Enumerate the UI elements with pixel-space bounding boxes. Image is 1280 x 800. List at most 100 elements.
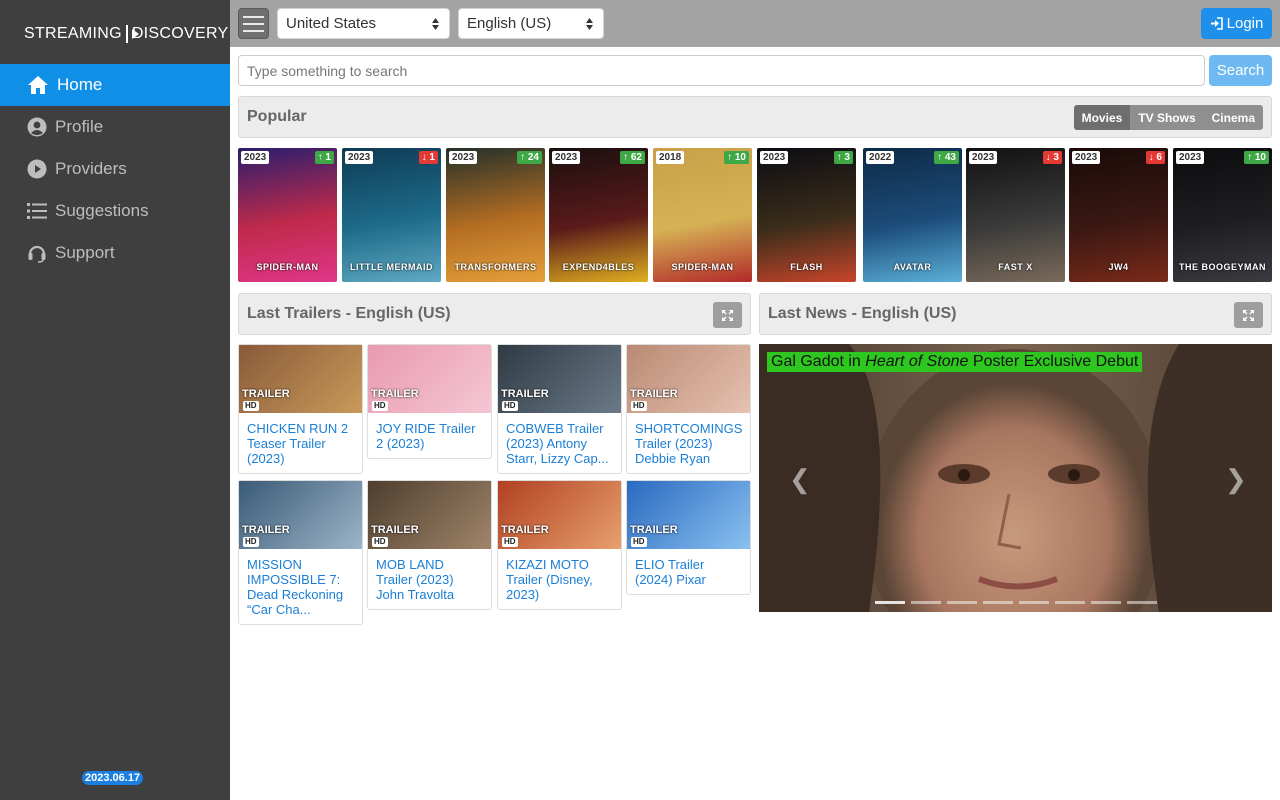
sidebar-nav: Home Profile Providers Suggestions Suppo… — [0, 64, 230, 274]
search-input[interactable]: Type something to search — [238, 55, 1205, 86]
movie-poster[interactable]: 2023 ↑ 10 THE BOOGEYMAN — [1173, 148, 1272, 282]
sidebar-item-providers[interactable]: Providers — [0, 148, 230, 190]
poster-title-art: THE BOOGEYMAN — [1178, 262, 1266, 272]
sidebar: STREAMING DISCOVERY Home Profile Provide… — [0, 0, 230, 800]
trailer-title[interactable]: MISSION IMPOSSIBLE 7: Dead Reckoning “Ca… — [239, 549, 362, 624]
movie-rank-badge: ↑ 62 — [620, 151, 645, 164]
trailer-title[interactable]: SHORTCOMINGS Trailer (2023) Debbie Ryan — [627, 413, 750, 473]
movie-year-badge: 2023 — [969, 151, 998, 164]
movie-poster[interactable]: 2023 ↑ 3 FLASH — [757, 148, 856, 282]
top-bar: United States English (US) Login — [230, 0, 1280, 47]
sidebar-item-suggestions[interactable]: Suggestions — [0, 190, 230, 232]
carousel-indicator[interactable] — [983, 601, 1013, 604]
headline-pre: Gal Gadot in — [771, 353, 866, 370]
trailer-card[interactable]: TRAILER HD JOY RIDE Trailer 2 (2023) — [367, 344, 492, 459]
hamburger-menu-button[interactable] — [238, 8, 269, 39]
carousel-indicator[interactable] — [1091, 601, 1121, 604]
hamburger-line — [243, 29, 264, 32]
carousel-indicator[interactable] — [1127, 601, 1157, 604]
version-badge: 2023.06.17 — [82, 771, 144, 785]
hamburger-line — [243, 15, 264, 18]
movie-poster[interactable]: 2023 ↓ 1 LITTLE MERMAID — [342, 148, 441, 282]
movie-poster[interactable]: 2023 ↑ 1 SPIDER-MAN — [238, 148, 337, 282]
trailer-card[interactable]: TRAILER HD SHORTCOMINGS Trailer (2023) Deb… — [626, 344, 751, 474]
trailers-header: Last Trailers - English (US) — [238, 293, 751, 335]
trailer-title[interactable]: JOY RIDE Trailer 2 (2023) — [368, 413, 491, 458]
trailer-label: TRAILER — [630, 388, 678, 400]
trailer-card[interactable]: TRAILER HD MISSION IMPOSSIBLE 7: Dead Reck… — [238, 480, 363, 625]
tab-tv-shows[interactable]: TV Shows — [1130, 105, 1204, 130]
movie-poster[interactable]: 2023 ↑ 24 TRANSFORMERS — [446, 148, 545, 282]
sidebar-item-profile[interactable]: Profile — [0, 106, 230, 148]
trailer-title[interactable]: MOB LAND Trailer (2023) John Travolta — [368, 549, 491, 609]
search-placeholder: Type something to search — [247, 62, 408, 79]
trailer-card[interactable]: TRAILER HD KIZAZI MOTO Trailer (Disney, 20… — [497, 480, 622, 610]
poster-title-art: SPIDER-MAN — [671, 262, 734, 272]
carousel-indicator[interactable] — [911, 601, 941, 604]
movie-poster[interactable]: 2018 ↑ 10 SPIDER-MAN — [653, 148, 752, 282]
hd-badge: HD — [502, 537, 518, 547]
movie-poster[interactable]: 2022 ↑ 43 AVATAR — [863, 148, 962, 282]
trailer-label: TRAILER — [501, 388, 549, 400]
carousel-next-icon[interactable]: ❯ — [1225, 464, 1247, 495]
trailer-card[interactable]: TRAILER HD MOB LAND Trailer (2023) John Tr… — [367, 480, 492, 610]
sidebar-item-label: Support — [55, 243, 115, 262]
carousel-indicator[interactable] — [947, 601, 977, 604]
hd-badge: HD — [631, 401, 647, 411]
hd-badge: HD — [502, 401, 518, 411]
trailer-title[interactable]: COBWEB Trailer (2023) Antony Starr, Lizz… — [498, 413, 621, 473]
poster-title-art: LITTLE MERMAID — [350, 262, 433, 272]
trailer-card[interactable]: TRAILER HD ELIO Trailer (2024) Pixar — [626, 480, 751, 595]
sidebar-item-label: Suggestions — [55, 201, 149, 220]
poster-title-art: FAST X — [998, 262, 1033, 272]
carousel-indicator[interactable] — [1019, 601, 1049, 604]
sidebar-item-support[interactable]: Support — [0, 232, 230, 274]
popular-title: Popular — [247, 108, 307, 125]
trailer-title[interactable]: CHICKEN RUN 2 Teaser Trailer (2023) — [239, 413, 362, 473]
poster-title-art: SPIDER-MAN — [256, 262, 319, 272]
movie-rank-badge: ↑ 24 — [517, 151, 542, 164]
carousel-indicator[interactable] — [875, 601, 905, 604]
trailer-thumbnail: TRAILER HD — [239, 481, 362, 549]
app-logo[interactable]: STREAMING DISCOVERY — [24, 24, 228, 44]
carousel-prev-icon[interactable]: ❮ — [789, 464, 811, 495]
trailer-thumbnail: TRAILER HD — [627, 345, 750, 413]
trailer-thumbnail: TRAILER HD — [498, 481, 621, 549]
movie-poster[interactable]: 2023 ↓ 6 JW4 — [1069, 148, 1168, 282]
select-arrows-icon — [432, 18, 439, 30]
trailers-title: Last Trailers - English (US) — [247, 305, 451, 322]
hd-badge: HD — [372, 537, 388, 547]
country-select[interactable]: United States — [277, 8, 450, 39]
expand-trailers-button[interactable] — [713, 302, 742, 328]
trailer-card[interactable]: TRAILER HD CHICKEN RUN 2 Teaser Trailer (2… — [238, 344, 363, 474]
trailer-thumbnail: TRAILER HD — [239, 345, 362, 413]
movie-poster[interactable]: 2023 ↓ 3 FAST X — [966, 148, 1065, 282]
carousel-indicator[interactable] — [1055, 601, 1085, 604]
poster-title-art: TRANSFORMERS — [454, 262, 537, 272]
news-title: Last News - English (US) — [768, 305, 957, 322]
sidebar-item-home[interactable]: Home — [0, 64, 230, 106]
trailer-title[interactable]: ELIO Trailer (2024) Pixar — [627, 549, 750, 594]
news-headline[interactable]: Gal Gadot in Heart of Stone Poster Exclu… — [767, 352, 1143, 372]
trailer-title[interactable]: KIZAZI MOTO Trailer (Disney, 2023) — [498, 549, 621, 609]
movie-year-badge: 2018 — [656, 151, 685, 164]
movie-poster[interactable]: 2023 ↑ 62 EXPEND4BLES — [549, 148, 648, 282]
language-select[interactable]: English (US) — [458, 8, 604, 39]
trailer-label: TRAILER — [371, 388, 419, 400]
expand-icon — [722, 309, 733, 321]
logo-left-text: STREAMING — [24, 25, 122, 42]
movie-rank-badge: ↑ 10 — [1244, 151, 1269, 164]
news-slide-image — [759, 344, 1272, 612]
hd-badge: HD — [243, 537, 259, 547]
expand-news-button[interactable] — [1234, 302, 1263, 328]
poster-title-art: JW4 — [1108, 262, 1129, 272]
search-button[interactable]: Search — [1209, 55, 1272, 86]
movie-year-badge: 2023 — [449, 151, 478, 164]
news-carousel[interactable]: Gal Gadot in Heart of Stone Poster Exclu… — [759, 344, 1272, 612]
tab-cinema[interactable]: Cinema — [1203, 105, 1263, 130]
tab-movies[interactable]: Movies — [1073, 105, 1131, 130]
movie-rank-badge: ↓ 3 — [1042, 151, 1062, 164]
login-button[interactable]: Login — [1201, 8, 1272, 39]
logo-right-text: DISCOVERY — [131, 25, 229, 42]
trailer-card[interactable]: TRAILER HD COBWEB Trailer (2023) Antony St… — [497, 344, 622, 474]
